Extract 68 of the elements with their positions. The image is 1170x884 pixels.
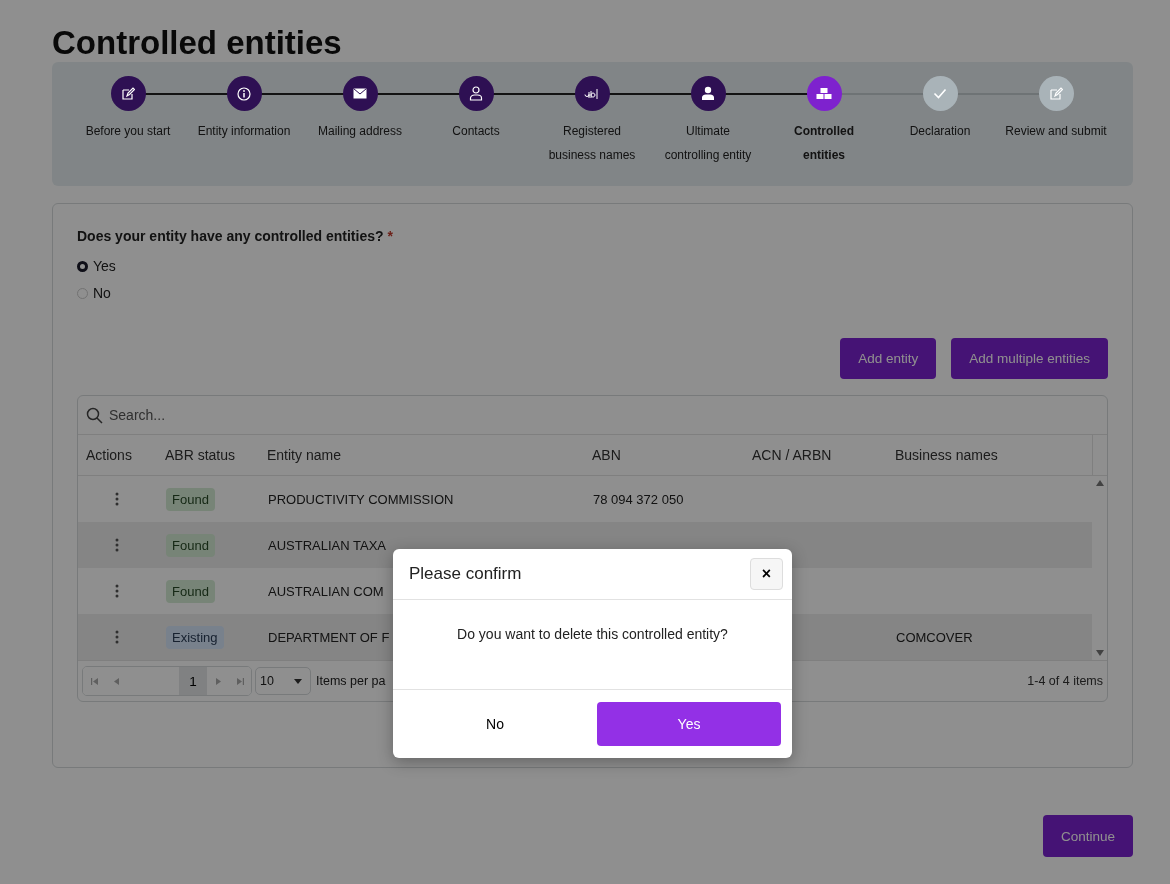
add-button[interactable]: Add multiple entities <box>951 338 1108 379</box>
page-title: Controlled entities <box>52 23 343 62</box>
step-label: Declaration <box>909 123 971 140</box>
dialog-message: Do you want to delete this controlled entity? <box>457 626 728 644</box>
step-label: Entity information <box>197 123 291 140</box>
checkmark-icon <box>933 88 947 99</box>
step-label: Ultimate controlling entity <box>663 123 753 164</box>
up-arrow-icon[interactable] <box>1095 480 1104 486</box>
status-badge: Existing <box>166 625 224 649</box>
down-arrow-icon[interactable] <box>1095 650 1104 656</box>
step-circle[interactable] <box>226 76 262 111</box>
envelope-icon <box>353 88 367 99</box>
column-header[interactable]: Entity name <box>258 447 583 463</box>
kebab-menu-icon[interactable] <box>115 584 119 598</box>
person-icon <box>469 86 483 101</box>
kebab-menu-icon[interactable] <box>115 538 119 552</box>
page-size-label: Items per pa <box>316 674 386 688</box>
search-field[interactable]: Search... <box>109 407 409 423</box>
info-icon <box>237 86 251 101</box>
column-header[interactable]: ABR status <box>156 447 258 463</box>
step-circle[interactable] <box>342 76 378 111</box>
step-label: Controlled entities <box>793 123 855 164</box>
page-size-dropdown[interactable]: 10 <box>255 667 311 695</box>
pager-summary: 1-4 of 4 items <box>1027 674 1103 688</box>
continue-button[interactable]: Continue <box>1042 815 1133 857</box>
first-page-icon <box>90 677 98 685</box>
kebab-menu-icon[interactable] <box>115 630 119 644</box>
table-cell: DEPARTMENT OF F <box>268 629 390 645</box>
table-cell: AUSTRALIAN TAXA <box>268 537 386 553</box>
table-cell: PRODUCTIVITY COMMISSION <box>268 491 454 507</box>
last-page-icon <box>236 677 244 685</box>
step-circle[interactable] <box>110 76 146 111</box>
column-header[interactable]: ABN <box>583 447 743 463</box>
kebab-menu-icon[interactable] <box>115 492 119 506</box>
table-cell: COMCOVER <box>896 629 973 645</box>
left-triangle-icon <box>113 677 119 685</box>
status-badge: Found <box>166 487 215 511</box>
status-badge: Found <box>166 579 215 603</box>
close-button[interactable]: × <box>750 558 783 590</box>
status-badge: Found <box>166 533 215 557</box>
column-header[interactable]: Business names <box>886 447 1092 463</box>
radio-option[interactable]: No <box>77 285 111 301</box>
step-label: Review and submit <box>1005 123 1107 140</box>
search-icon <box>86 406 103 424</box>
add-button[interactable]: Add entity <box>840 338 937 379</box>
radio-option[interactable]: Yes <box>77 258 116 274</box>
step-label: Registered business names <box>547 123 637 164</box>
step-circle[interactable] <box>806 76 842 111</box>
step-circle[interactable] <box>458 76 494 111</box>
pencil-icon <box>1049 86 1063 101</box>
step-label: Before you start <box>85 123 171 140</box>
step-label: Mailing address <box>317 123 402 140</box>
step-circle[interactable] <box>690 76 726 111</box>
pencil-icon <box>121 86 135 101</box>
caret-icon <box>294 678 302 684</box>
dialog-button[interactable]: Yes <box>597 702 781 746</box>
column-header[interactable]: Actions <box>78 447 156 463</box>
table-cell: AUSTRALIAN COM <box>268 583 384 599</box>
boxes-icon <box>816 87 832 100</box>
page-button[interactable]: 1 <box>179 667 207 695</box>
column-header[interactable]: ACN / ARBN <box>743 447 886 463</box>
table-cell: 78 094 372 050 <box>593 491 684 507</box>
step-label: Contacts <box>452 123 500 140</box>
person-icon <box>701 86 715 101</box>
right-triangle-icon <box>215 677 221 685</box>
text-cursor-icon <box>584 87 600 100</box>
question-label: Does your entity have any controlled entities? * <box>77 228 394 244</box>
dialog-title: Please confirm <box>409 564 522 584</box>
